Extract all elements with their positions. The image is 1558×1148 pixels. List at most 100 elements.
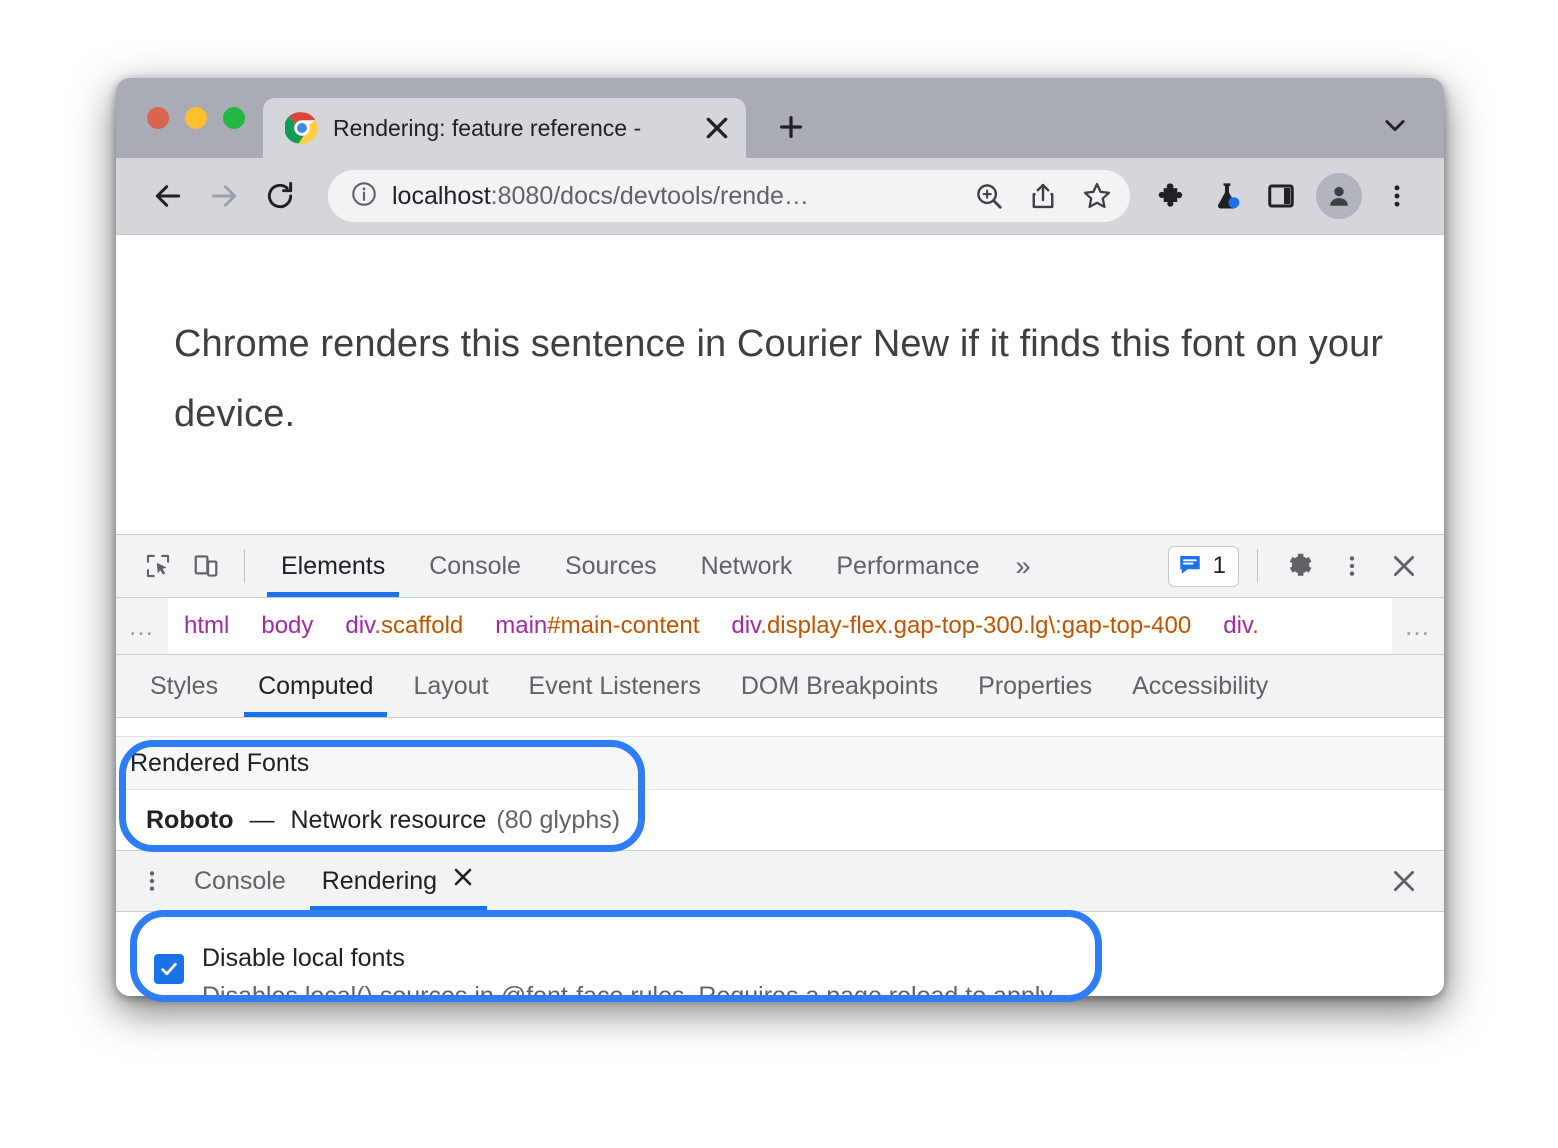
devtools-tab-elements[interactable]: Elements [259, 535, 407, 597]
info-circle-icon[interactable] [350, 180, 378, 213]
devtools-close-icon[interactable] [1380, 542, 1428, 590]
breadcrumb-right-overflow[interactable]: … [1392, 598, 1444, 654]
dom-breadcrumb: … html body div.scaffold main#main-conte… [116, 598, 1444, 655]
browser-window: Rendering: feature reference - localhost… [116, 78, 1444, 996]
breadcrumb-tag: main [495, 612, 548, 639]
breadcrumb-item-main-content[interactable]: main#main-content [479, 612, 715, 640]
devtools-toolbar-right: 1 [1167, 542, 1428, 590]
omnibox-actions [966, 173, 1120, 219]
drawer-tab-label: Console [194, 867, 286, 895]
breadcrumb-item-div-scaffold[interactable]: div.scaffold [329, 612, 479, 640]
share-icon[interactable] [1020, 173, 1066, 219]
disable-local-fonts-checkbox[interactable] [154, 954, 184, 984]
breadcrumb-left-overflow[interactable]: … [116, 598, 168, 654]
inspect-cursor-icon[interactable] [134, 542, 182, 590]
devtools-menu-three-dot-icon[interactable] [1328, 542, 1376, 590]
message-count: 1 [1212, 552, 1226, 579]
omnibox-url[interactable]: localhost:8080/docs/devtools/rende… [392, 182, 952, 211]
reload-icon[interactable] [254, 170, 306, 222]
toolbar-divider-2 [1257, 549, 1258, 583]
tab-title: Rendering: feature reference - [333, 114, 642, 141]
drawer-close-icon[interactable] [1380, 857, 1428, 905]
breadcrumb-suffix: #main-content [547, 612, 700, 639]
omnibox-url-path: :8080/docs/devtools/rende… [490, 181, 809, 210]
window-close-button[interactable] [147, 107, 169, 129]
breadcrumb-suffix: .display-flex.gap-top-300.lg\:gap-top-40… [760, 612, 1192, 639]
tab-close-icon[interactable] [702, 113, 732, 143]
tab-search-chevron-down-icon[interactable] [1374, 104, 1416, 146]
window-traffic-lights [116, 78, 263, 158]
devtools-tab-performance[interactable]: Performance [814, 535, 1001, 597]
back-arrow-icon[interactable] [142, 170, 194, 222]
page-sentence: Chrome renders this sentence in Courier … [174, 323, 1384, 436]
rendered-font-name: Roboto [146, 805, 234, 834]
breadcrumb-suffix: .scaffold [374, 612, 464, 639]
rendered-font-row: Roboto — Network resource (80 glyphs) [116, 790, 1444, 850]
bookmark-star-icon[interactable] [1074, 173, 1120, 219]
window-minimize-button[interactable] [185, 107, 207, 129]
drawer-tab-label: Rendering [321, 867, 438, 895]
breadcrumb-tag: html [184, 612, 230, 639]
tab-computed[interactable]: Computed [238, 655, 393, 717]
breadcrumb-item-div-truncated[interactable]: div. [1207, 612, 1275, 640]
drawer-menu-three-dot-icon[interactable] [128, 857, 176, 905]
rendering-drawer-body: Disable local fonts Disables local() sou… [116, 912, 1444, 996]
setting-description: Disables local() sources in @font-face r… [202, 981, 1058, 997]
drawer-tab-console[interactable]: Console [176, 851, 304, 911]
breadcrumb-item-body[interactable]: body [245, 612, 329, 640]
tab-strip: Rendering: feature reference - [116, 78, 1444, 158]
tab-dom-breakpoints[interactable]: DOM Breakpoints [721, 655, 958, 717]
new-tab-button[interactable] [764, 100, 818, 154]
gear-icon[interactable] [1276, 542, 1324, 590]
drawer-toolbar-right [1380, 857, 1428, 905]
rendered-font-glyph-count: (80 glyphs) [496, 805, 621, 834]
setting-title: Disable local fonts [202, 944, 405, 972]
breadcrumb-item-html[interactable]: html [168, 612, 245, 640]
device-toolbar-icon[interactable] [182, 542, 230, 590]
rendered-font-source: Network resource [290, 805, 487, 834]
browser-tab[interactable]: Rendering: feature reference - [263, 98, 746, 158]
chrome-logo-icon [284, 111, 319, 145]
tab-accessibility[interactable]: Accessibility [1112, 655, 1288, 717]
window-maximize-button[interactable] [223, 107, 245, 129]
screenshot-root: Rendering: feature reference - localhost… [0, 0, 1558, 1148]
chat-bubble-icon [1177, 551, 1203, 582]
devtools-panel: Elements Console Sources Network Perform… [116, 534, 1444, 996]
breadcrumb-tag: div [345, 612, 375, 639]
devtools-tabbar: Elements Console Sources Network Perform… [116, 535, 1444, 598]
drawer-tab-close-icon[interactable] [451, 851, 475, 911]
experiments-flask-icon[interactable] [1202, 171, 1252, 221]
tab-event-listeners[interactable]: Event Listeners [509, 655, 721, 717]
tab-styles[interactable]: Styles [130, 655, 238, 717]
elements-sidebar-tabs: Styles Computed Layout Event Listeners D… [116, 655, 1444, 718]
forward-arrow-icon[interactable] [198, 170, 250, 222]
breadcrumb-tag: div [731, 612, 761, 639]
devtools-tab-network[interactable]: Network [679, 535, 815, 597]
browser-menu-three-dot-icon[interactable] [1372, 171, 1422, 221]
rendered-fonts-section-title[interactable]: Rendered Fonts [116, 737, 1444, 790]
omnibox[interactable]: localhost:8080/docs/devtools/rende… [328, 170, 1130, 222]
setting-disable-local-fonts[interactable]: Disable local fonts Disables local() sou… [154, 940, 1444, 996]
profile-avatar[interactable] [1316, 173, 1362, 219]
tab-properties[interactable]: Properties [958, 655, 1112, 717]
omnibox-url-host: localhost [392, 181, 491, 210]
extensions-puzzle-icon[interactable] [1148, 171, 1198, 221]
drawer-tab-rendering[interactable]: Rendering [304, 851, 493, 911]
breadcrumb-tag: div [1223, 612, 1253, 639]
zoom-in-icon[interactable] [966, 173, 1012, 219]
rendered-font-dash: — [249, 805, 275, 834]
computed-pane: Rendered Fonts Roboto — Network resource… [116, 718, 1444, 850]
setting-texts: Disable local fonts Disables local() sou… [202, 940, 1058, 996]
devtools-tab-console[interactable]: Console [407, 535, 543, 597]
drawer-tabbar: Console Rendering [116, 850, 1444, 912]
page-viewport: Chrome renders this sentence in Courier … [116, 234, 1444, 534]
breadcrumb-tag: body [261, 612, 314, 639]
computed-pane-scroll-strip [116, 718, 1444, 737]
devtools-more-tabs-button[interactable]: » [1001, 551, 1044, 582]
breadcrumb-suffix: . [1252, 612, 1259, 639]
breadcrumb-item-div-display-flex[interactable]: div.display-flex.gap-top-300.lg\:gap-top… [715, 612, 1207, 640]
devtools-tab-sources[interactable]: Sources [543, 535, 679, 597]
tab-layout[interactable]: Layout [393, 655, 508, 717]
side-panel-icon[interactable] [1256, 171, 1306, 221]
message-count-badge[interactable]: 1 [1167, 545, 1239, 587]
